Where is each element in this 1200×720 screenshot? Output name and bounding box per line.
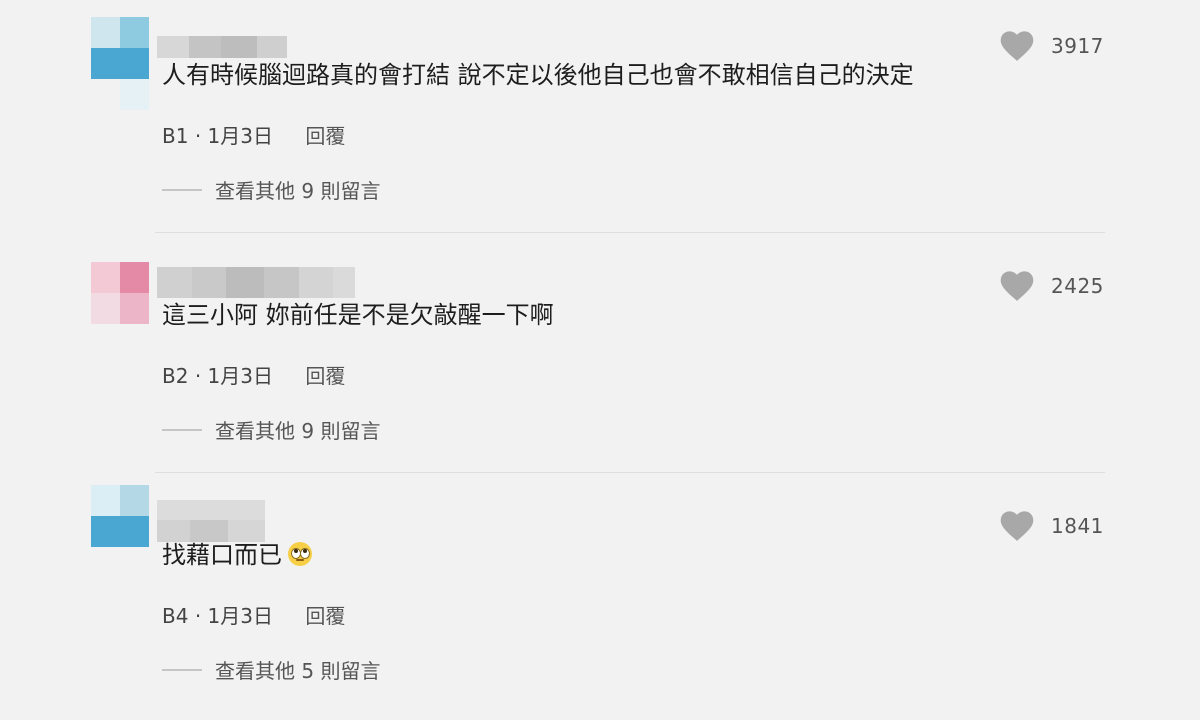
comment-text: 人有時候腦迴路真的會打結 說不定以後他自己也會不敢相信自己的決定 — [162, 61, 914, 89]
comment-meta: B1 · 1月3日 回覆 — [162, 120, 345, 149]
avatar-pixel — [91, 293, 120, 324]
comment-item: 這三小阿 妳前任是不是欠敲醒一下啊 2425 B2 · 1月3日 回覆 查看其他… — [0, 240, 1200, 480]
avatar-pixel — [91, 79, 120, 110]
avatar-pixel — [120, 293, 149, 324]
heart-icon — [1000, 271, 1034, 301]
divider — [155, 232, 1105, 233]
avatar-pixel — [91, 17, 120, 48]
divider — [155, 472, 1105, 473]
comment-date: 1月3日 — [207, 124, 273, 148]
heart-icon — [1000, 511, 1034, 541]
avatar-pixel — [120, 48, 149, 79]
avatar-pixel — [120, 17, 149, 48]
view-more-label: 查看其他 9 則留言 — [215, 419, 381, 443]
floor-number: B1 — [162, 124, 189, 148]
avatar[interactable] — [91, 17, 149, 111]
like-button[interactable]: 3917 — [1000, 30, 1104, 62]
view-more-replies[interactable]: 查看其他 9 則留言 — [162, 415, 380, 444]
dash-divider — [162, 668, 202, 671]
rolling-eyes-emoji-icon — [288, 542, 312, 566]
comment-date: 1月3日 — [207, 604, 273, 628]
avatar-pixel — [91, 262, 120, 293]
comment-item: 人有時候腦迴路真的會打結 說不定以後他自己也會不敢相信自己的決定 3917 B1… — [0, 0, 1200, 240]
floor-number: B2 — [162, 364, 189, 388]
heart-icon — [1000, 31, 1034, 61]
separator: · — [194, 124, 202, 148]
view-more-label: 查看其他 5 則留言 — [215, 659, 381, 683]
comment-date: 1月3日 — [207, 364, 273, 388]
comment-text: 找藉口而已 — [162, 535, 312, 575]
separator: · — [194, 604, 202, 628]
separator: · — [194, 364, 202, 388]
floor-number: B4 — [162, 604, 189, 628]
like-button[interactable]: 2425 — [1000, 270, 1104, 302]
view-more-label: 查看其他 9 則留言 — [215, 179, 381, 203]
avatar-pixel — [120, 485, 149, 516]
reply-button[interactable]: 回覆 — [305, 364, 345, 388]
view-more-replies[interactable]: 查看其他 5 則留言 — [162, 655, 380, 684]
avatar[interactable] — [91, 485, 149, 579]
comment-text-content: 找藉口而已 — [162, 541, 282, 569]
comment-meta: B2 · 1月3日 回覆 — [162, 360, 345, 389]
username-blurred[interactable] — [157, 267, 355, 298]
avatar-pixel — [91, 48, 120, 79]
avatar-pixel — [120, 516, 149, 547]
comment-meta: B4 · 1月3日 回覆 — [162, 600, 345, 629]
dash-divider — [162, 188, 202, 191]
avatar-pixel — [91, 485, 120, 516]
comment-text: 這三小阿 妳前任是不是欠敲醒一下啊 — [162, 301, 554, 329]
avatar-pixel — [120, 262, 149, 293]
avatar-pixel — [120, 79, 149, 110]
like-button[interactable]: 1841 — [1000, 510, 1104, 542]
like-count: 2425 — [1051, 274, 1104, 298]
avatar-pixel — [91, 516, 120, 547]
like-count: 3917 — [1051, 34, 1104, 58]
comment-item: 找藉口而已 1841 B4 · 1月3日 回覆 查看其他 5 則留言 — [0, 480, 1200, 720]
reply-button[interactable]: 回覆 — [305, 124, 345, 148]
view-more-replies[interactable]: 查看其他 9 則留言 — [162, 175, 380, 204]
reply-button[interactable]: 回覆 — [305, 604, 345, 628]
dash-divider — [162, 428, 202, 431]
avatar[interactable] — [91, 262, 149, 356]
like-count: 1841 — [1051, 514, 1104, 538]
